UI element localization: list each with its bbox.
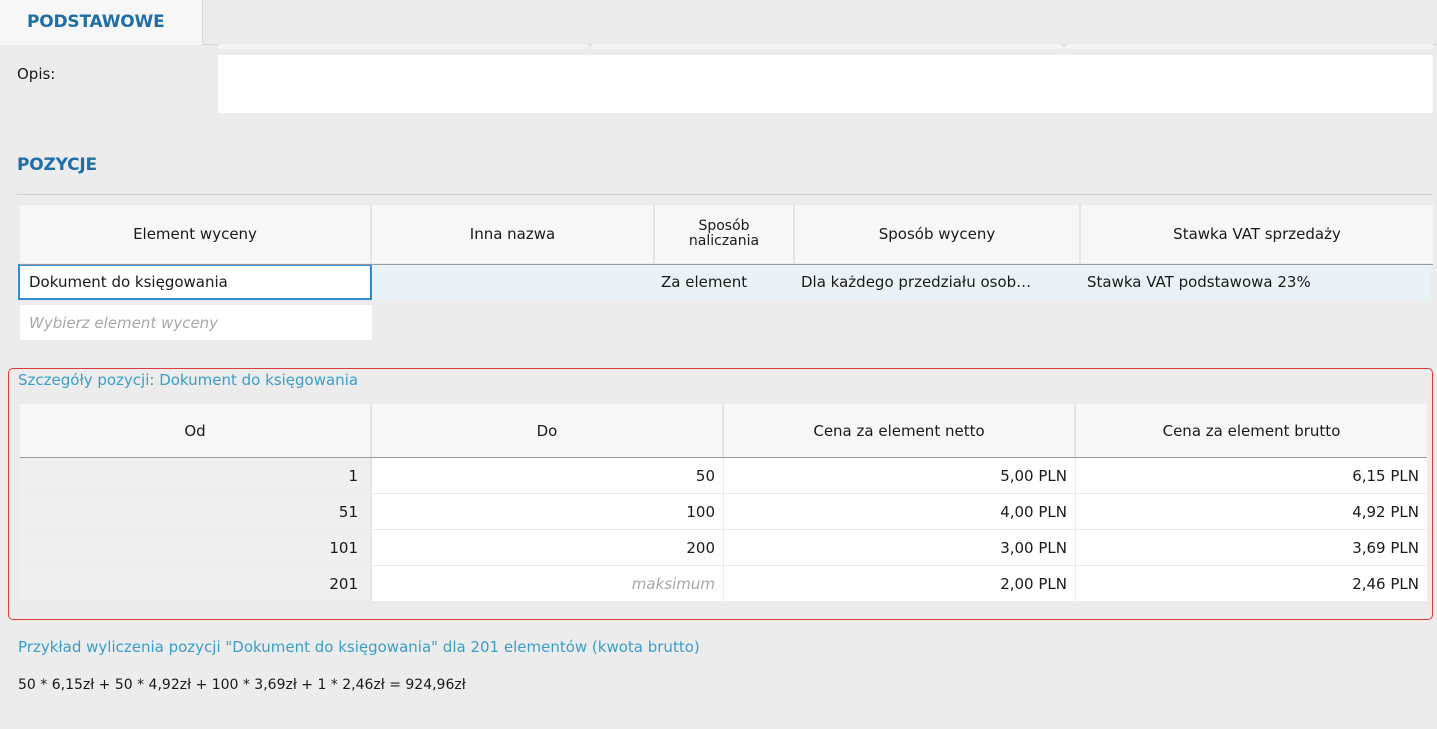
cell-od[interactable]: 201 xyxy=(20,566,372,602)
cell-do[interactable]: 50 xyxy=(372,458,724,494)
details-header-rule xyxy=(20,457,1427,458)
table-row[interactable]: 101 200 3,00 PLN 3,69 PLN xyxy=(20,530,1427,566)
header-sposob-wyceny[interactable]: Sposób wyceny xyxy=(795,205,1081,263)
pozycje-table: Element wyceny Inna nazwa Sposób nalicza… xyxy=(18,205,1433,300)
cell-netto[interactable]: 2,00 PLN xyxy=(724,566,1076,602)
header-stawka-vat[interactable]: Stawka VAT sprzedaży xyxy=(1081,205,1433,263)
cell-brutto[interactable]: 3,69 PLN xyxy=(1076,530,1427,566)
header-sposob-naliczania[interactable]: Sposób naliczania xyxy=(655,205,795,263)
tab-podstawowe[interactable]: PODSTAWOWE xyxy=(0,0,203,45)
opis-field[interactable] xyxy=(218,55,1433,113)
example-title: Przykład wyliczenia pozycji "Dokument do… xyxy=(18,638,700,656)
header-element-wyceny[interactable]: Element wyceny xyxy=(20,205,372,263)
pozycje-divider xyxy=(17,194,1433,195)
pozycje-title: POZYCJE xyxy=(17,155,97,175)
pozycje-header-row: Element wyceny Inna nazwa Sposób nalicza… xyxy=(20,205,1433,263)
table-row[interactable]: 201 maksimum 2,00 PLN 2,46 PLN xyxy=(20,566,1427,602)
cell-netto[interactable]: 4,00 PLN xyxy=(724,494,1076,530)
cell-netto[interactable]: 5,00 PLN xyxy=(724,458,1076,494)
header-inna-nazwa[interactable]: Inna nazwa xyxy=(372,205,655,263)
header-cena-brutto[interactable]: Cena za element brutto xyxy=(1076,404,1427,457)
cell-inna-nazwa[interactable] xyxy=(372,264,653,300)
tab-strip xyxy=(592,44,1062,49)
new-element-placeholder[interactable]: Wybierz element wyceny xyxy=(20,305,372,340)
header-do[interactable]: Do xyxy=(372,404,724,457)
cell-do[interactable]: 100 xyxy=(372,494,724,530)
pozycje-header-rule xyxy=(20,264,1433,265)
header-cena-netto[interactable]: Cena za element netto xyxy=(724,404,1076,457)
example-formula: 50 * 6,15zł + 50 * 4,92zł + 100 * 3,69zł… xyxy=(18,677,466,693)
cell-od[interactable]: 51 xyxy=(20,494,372,530)
tab-strip xyxy=(218,44,588,49)
tab-strip xyxy=(1066,44,1433,49)
cell-od[interactable]: 1 xyxy=(20,458,372,494)
cell-stawka-vat[interactable]: Stawka VAT podstawowa 23% xyxy=(1079,264,1431,300)
details-table: Od Do Cena za element netto Cena za elem… xyxy=(20,404,1427,602)
cell-sposob-wyceny[interactable]: Dla każdego przedziału osob… xyxy=(793,264,1079,300)
header-sposob-naliczania-line1: Sposób xyxy=(698,218,750,234)
cell-do-maksimum[interactable]: maksimum xyxy=(372,566,724,602)
cell-brutto[interactable]: 6,15 PLN xyxy=(1076,458,1427,494)
opis-label: Opis: xyxy=(17,65,56,83)
details-title: Szczegóły pozycji: Dokument do księgowan… xyxy=(18,371,359,389)
cell-netto[interactable]: 3,00 PLN xyxy=(724,530,1076,566)
table-row[interactable]: 51 100 4,00 PLN 4,92 PLN xyxy=(20,494,1427,530)
pozycje-row[interactable]: Dokument do księgowania Za element Dla k… xyxy=(18,264,1433,300)
cell-od[interactable]: 101 xyxy=(20,530,372,566)
cell-sposob-naliczania[interactable]: Za element xyxy=(653,264,793,300)
cell-brutto[interactable]: 2,46 PLN xyxy=(1076,566,1427,602)
header-sposob-naliczania-line2: naliczania xyxy=(688,233,760,249)
header-od[interactable]: Od xyxy=(20,404,372,457)
table-row[interactable]: 1 50 5,00 PLN 6,15 PLN xyxy=(20,458,1427,494)
cell-do[interactable]: 200 xyxy=(372,530,724,566)
details-header-row: Od Do Cena za element netto Cena za elem… xyxy=(20,404,1427,457)
cell-element-wyceny[interactable]: Dokument do księgowania xyxy=(18,264,372,300)
cell-brutto[interactable]: 4,92 PLN xyxy=(1076,494,1427,530)
